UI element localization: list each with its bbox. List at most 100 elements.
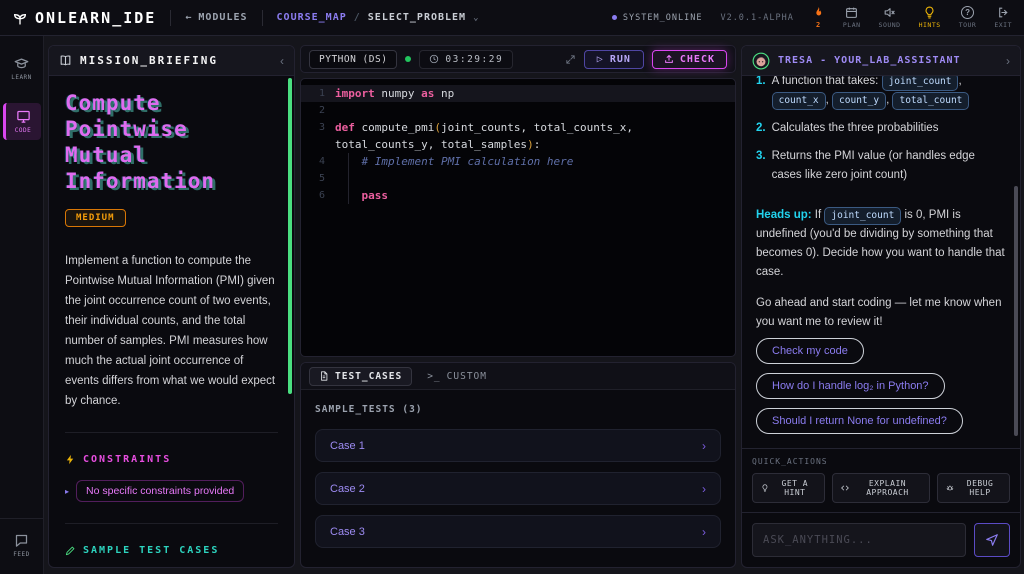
line-number: 6 bbox=[301, 187, 335, 204]
chat-transcript[interactable]: 1. A function that takes: joint_count, c… bbox=[742, 76, 1020, 448]
breadcrumb-course-map[interactable]: COURSE_MAP bbox=[277, 12, 347, 23]
code-line-content: pass bbox=[335, 187, 735, 204]
chevron-right-icon[interactable]: › bbox=[1006, 54, 1010, 68]
problem-description: Implement a function to compute the Poin… bbox=[65, 251, 278, 411]
explain-approach-button[interactable]: EXPLAIN APPROACH bbox=[832, 473, 930, 503]
ready-status-dot bbox=[405, 56, 411, 62]
divider bbox=[65, 432, 278, 433]
ask-anything-input[interactable] bbox=[752, 523, 966, 557]
hints-button[interactable]: HINTS bbox=[919, 6, 941, 29]
rail-item-feed[interactable]: FEED bbox=[3, 527, 41, 564]
calendar-icon bbox=[845, 6, 858, 19]
divider bbox=[262, 10, 263, 26]
streak-indicator[interactable]: 2 bbox=[812, 6, 825, 29]
chevron-right-icon: › bbox=[702, 439, 706, 453]
inline-code-chip: count_y bbox=[832, 92, 886, 110]
tab-custom[interactable]: >_ CUSTOM bbox=[418, 368, 496, 385]
paper-plane-icon bbox=[985, 533, 999, 547]
tab-test-cases[interactable]: TEST_CASES bbox=[309, 367, 412, 386]
tour-button[interactable]: ? TOUR bbox=[959, 6, 977, 29]
sound-button[interactable]: SOUND bbox=[879, 6, 901, 29]
assistant-step-1: 1. A function that takes: joint_count, c… bbox=[756, 76, 1006, 110]
code-line-content: import numpy as np bbox=[335, 85, 735, 102]
arrow-left-icon: ← bbox=[185, 12, 192, 23]
suggestion-return-none[interactable]: Should I return None for undefined? bbox=[756, 408, 963, 434]
chat-scrollbar[interactable] bbox=[1014, 186, 1018, 436]
assistant-step-3: 3. Returns the PMI value (or handles edg… bbox=[756, 147, 1006, 185]
divider bbox=[65, 523, 278, 524]
breadcrumb[interactable]: COURSE_MAP / SELECT_PROBLEM ⌄ bbox=[277, 12, 480, 23]
constraints-heading: CONSTRAINTS bbox=[65, 454, 278, 465]
inline-code-chip: count_x bbox=[772, 92, 826, 110]
code-line[interactable]: 6 pass bbox=[301, 187, 735, 204]
test-case-row-1[interactable]: Case 1 › bbox=[315, 429, 721, 462]
rail-item-code[interactable]: CODE bbox=[3, 103, 41, 140]
side-rail: LEARN CODE FEED bbox=[0, 36, 44, 574]
book-icon bbox=[59, 54, 72, 67]
get-a-hint-button[interactable]: GET A HINT bbox=[752, 473, 825, 503]
suggestion-handle-log2[interactable]: How do I handle log₂ in Python? bbox=[756, 373, 945, 399]
code-line-content: # Implement PMI calculation here bbox=[335, 153, 735, 170]
code-line[interactable]: 3def compute_pmi(joint_counts, total_cou… bbox=[301, 119, 735, 153]
constraints-empty-row: ▸ No specific constraints provided bbox=[65, 480, 278, 502]
difficulty-badge: MEDIUM bbox=[65, 209, 126, 227]
language-selector[interactable]: PYTHON (DS) bbox=[309, 50, 397, 69]
test-case-row-2[interactable]: Case 2 › bbox=[315, 472, 721, 505]
file-icon bbox=[319, 371, 329, 381]
modules-button[interactable]: ← MODULES bbox=[185, 12, 247, 23]
version-label: V2.0.1-ALPHA bbox=[720, 13, 793, 23]
sprout-icon bbox=[12, 10, 28, 26]
send-button[interactable] bbox=[974, 523, 1010, 557]
lightning-icon bbox=[65, 454, 76, 465]
collapse-panel-button[interactable]: ‹ bbox=[280, 54, 284, 68]
status-dot bbox=[612, 15, 617, 20]
upload-icon bbox=[664, 54, 674, 64]
run-button[interactable]: ▷ RUN bbox=[584, 50, 644, 69]
check-button[interactable]: CHECK bbox=[652, 50, 727, 69]
code-line[interactable]: 1import numpy as np bbox=[301, 85, 735, 102]
breadcrumb-select-problem[interactable]: SELECT_PROBLEM bbox=[368, 12, 466, 23]
debug-help-button[interactable]: DEBUG HELP bbox=[937, 473, 1010, 503]
terminal-icon: >_ bbox=[427, 371, 440, 382]
plan-button[interactable]: PLAN bbox=[843, 6, 861, 29]
question-icon: ? bbox=[961, 6, 974, 19]
assistant-title: TRESA - YOUR_LAB_ASSISTANT bbox=[778, 55, 961, 66]
briefing-scrollbar[interactable] bbox=[288, 78, 292, 394]
test-case-row-3[interactable]: Case 3 › bbox=[315, 515, 721, 548]
heads-up-message: Heads up: If joint_count is 0, PMI is un… bbox=[756, 206, 1006, 282]
expand-editor-button[interactable] bbox=[565, 54, 576, 65]
sample-tests-heading: SAMPLE TEST CASES bbox=[65, 545, 278, 556]
lightbulb-icon bbox=[923, 6, 936, 19]
problem-title: Compute Pointwise Mutual Information bbox=[65, 90, 278, 194]
closing-message: Go ahead and start coding — let me know … bbox=[756, 294, 1006, 332]
inline-code-chip: joint_count bbox=[824, 207, 901, 225]
ask-input-section bbox=[742, 512, 1020, 567]
heads-up-label: Heads up: bbox=[756, 209, 812, 221]
code-editor[interactable]: 1import numpy as np2 3def compute_pmi(jo… bbox=[300, 78, 736, 357]
bug-icon bbox=[946, 483, 954, 493]
expand-icon bbox=[565, 54, 576, 65]
line-number: 2 bbox=[301, 102, 335, 119]
inline-code-chip: total_count bbox=[892, 92, 969, 110]
streak-count: 2 bbox=[816, 21, 821, 29]
code-line-content bbox=[335, 102, 735, 119]
quick-actions-label: QUICK_ACTIONS bbox=[752, 457, 1010, 466]
rail-item-learn[interactable]: LEARN bbox=[3, 50, 41, 87]
assistant-step-2: 2. Calculates the three probabilities bbox=[756, 119, 1006, 138]
code-line[interactable]: 5 bbox=[301, 170, 735, 187]
line-number: 1 bbox=[301, 85, 335, 102]
mission-briefing-panel: MISSION_BRIEFING ‹ Compute Pointwise Mut… bbox=[48, 45, 295, 568]
test-cases-panel: TEST_CASES >_ CUSTOM SAMPLE_TESTS (3) Ca… bbox=[300, 362, 736, 568]
clock-icon bbox=[429, 54, 439, 64]
code-line[interactable]: 4 # Implement PMI calculation here bbox=[301, 153, 735, 170]
constraints-empty-chip: No specific constraints provided bbox=[76, 480, 244, 502]
suggestion-check-my-code[interactable]: Check my code bbox=[756, 338, 864, 364]
triangle-icon: ▸ bbox=[65, 487, 69, 496]
chevron-right-icon: › bbox=[702, 482, 706, 496]
system-status: SYSTEM_ONLINE bbox=[612, 13, 703, 23]
exit-button[interactable]: EXIT bbox=[994, 6, 1012, 29]
code-line[interactable]: 2 bbox=[301, 102, 735, 119]
monitor-icon bbox=[16, 109, 31, 124]
assistant-panel: TRESA - YOUR_LAB_ASSISTANT › 1. A functi… bbox=[741, 45, 1021, 568]
code-line-content bbox=[335, 170, 735, 187]
